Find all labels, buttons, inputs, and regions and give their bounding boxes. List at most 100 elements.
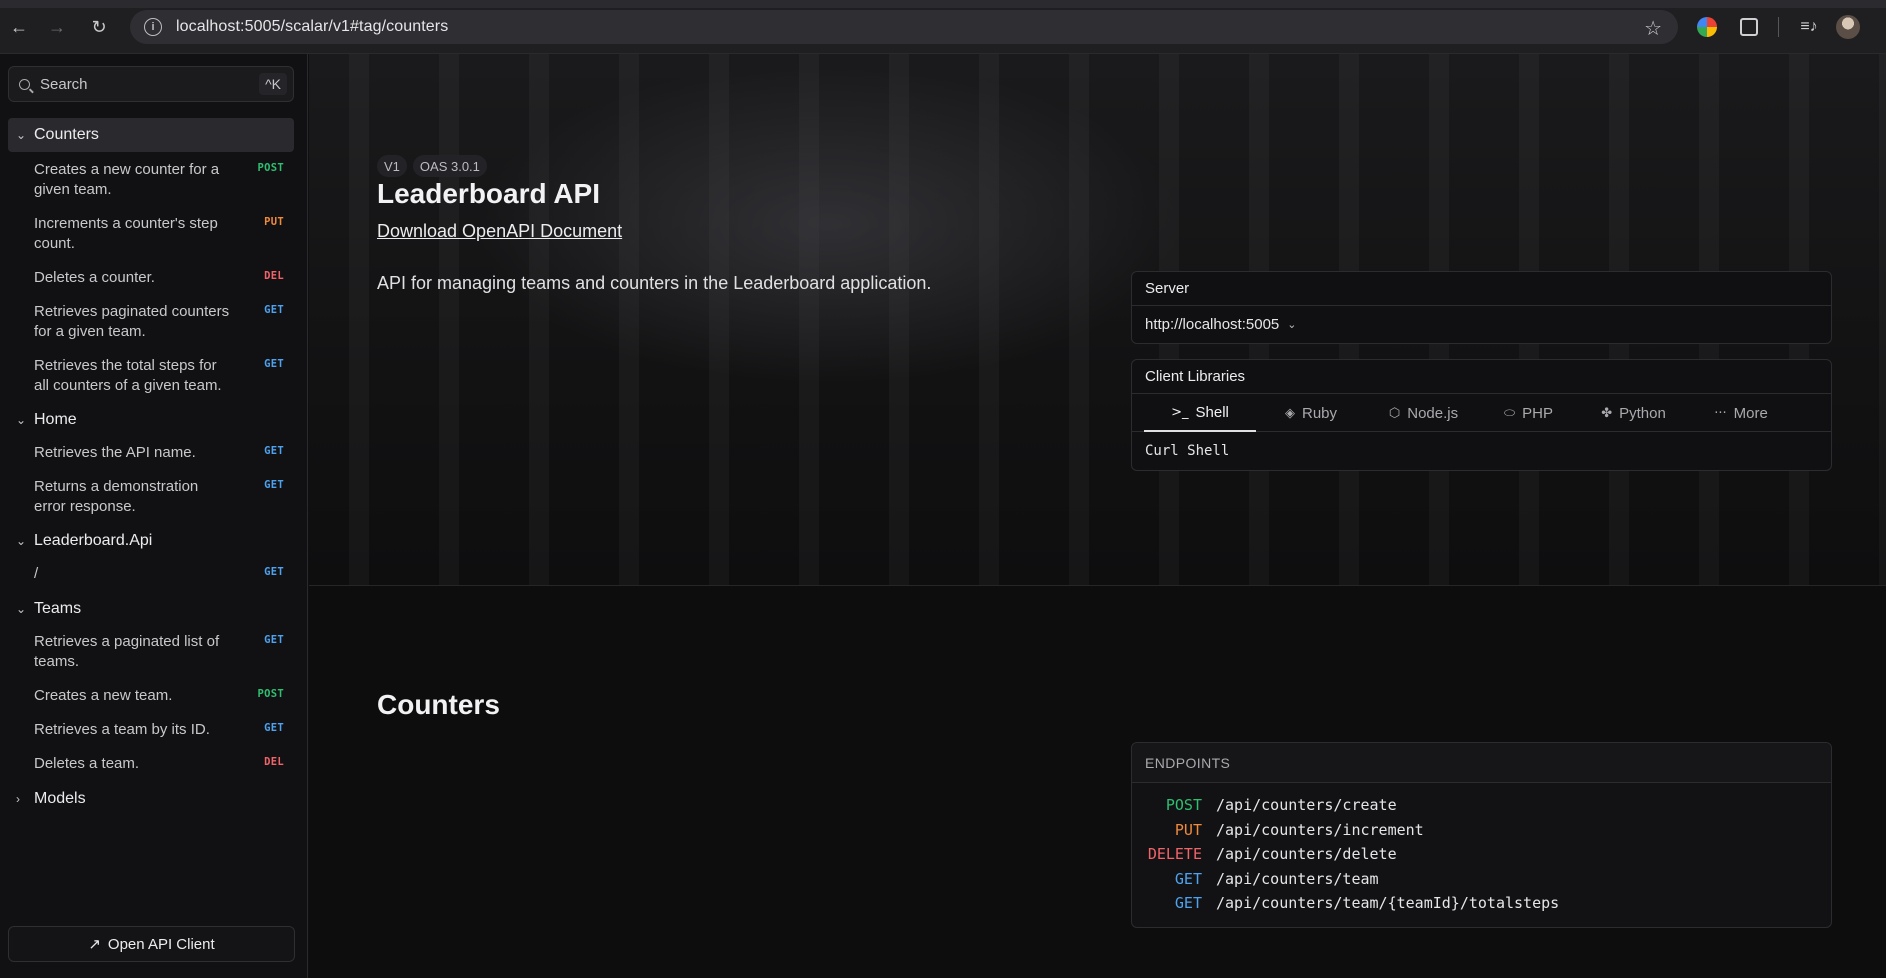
sidebar-item-create-counter[interactable]: Creates a new counter for a given team. … [8, 160, 294, 200]
chevron-right-icon: › [16, 792, 20, 806]
endpoint-method: POST [1165, 796, 1202, 814]
reload-icon[interactable]: ↻ [86, 14, 112, 40]
search-icon [19, 78, 30, 90]
download-openapi-link[interactable]: Download OpenAPI Document [377, 221, 622, 242]
sidebar-item-increment-counter[interactable]: Increments a counter's step count. PUT [8, 214, 294, 254]
tab-label: Python [1619, 404, 1666, 422]
sidebar-item-team-by-id[interactable]: Retrieves a team by its ID. GET [8, 720, 294, 740]
back-icon[interactable]: ← [6, 14, 32, 40]
sidebar-item-label: Retrieves the API name. [34, 444, 196, 461]
media-control-icon[interactable]: ≡♪ [1796, 14, 1822, 40]
version-badge: V1 [377, 155, 407, 177]
sidebar-item-delete-counter[interactable]: Deletes a counter. DEL [8, 268, 294, 288]
tab-nodejs[interactable]: ⬡ Node.js [1366, 394, 1481, 432]
endpoints-panel: ENDPOINTS POST /api/counters/create PUT … [1131, 742, 1832, 928]
sidebar-group-label: Models [34, 790, 86, 807]
sidebar-group-counters[interactable]: ⌄ Counters [8, 118, 294, 152]
sidebar-item-error-response[interactable]: Returns a demonstration error response. … [8, 477, 294, 517]
chevron-down-icon: ⌄ [1287, 318, 1297, 331]
method-badge: GET [264, 304, 284, 316]
selected-client[interactable]: Curl Shell [1132, 432, 1831, 470]
endpoint-row[interactable]: DELETE /api/counters/delete [1132, 843, 1832, 865]
chevron-down-icon: ⌄ [16, 413, 27, 427]
sidebar-item-label: / [34, 565, 39, 582]
section-title: Counters [377, 689, 500, 720]
open-api-client-button[interactable]: ↗ Open API Client [8, 926, 295, 962]
sidebar-item-create-team[interactable]: Creates a new team. POST [8, 686, 294, 706]
server-select[interactable]: http://localhost:5005 ⌄ [1132, 306, 1831, 342]
address-bar[interactable]: i localhost:5005/scalar/v1#tag/counters … [130, 10, 1678, 44]
extensions-puzzle-icon[interactable] [1736, 14, 1762, 40]
endpoint-row[interactable]: PUT /api/counters/increment [1132, 819, 1832, 841]
search-input[interactable]: Search ^K [8, 66, 294, 102]
endpoint-method: PUT [1174, 821, 1202, 839]
tab-python[interactable]: ✤ Python [1576, 394, 1691, 432]
method-badge: GET [264, 566, 284, 578]
sidebar: Search ^K ⌄ Counters Creates a new count… [0, 54, 308, 978]
endpoint-row[interactable]: POST /api/counters/create [1132, 794, 1832, 816]
server-url: http://localhost:5005 [1145, 315, 1280, 333]
sidebar-item-total-steps[interactable]: Retrieves the total steps for all counte… [8, 356, 294, 396]
tab-ruby[interactable]: ◈ Ruby [1256, 394, 1366, 432]
sidebar-group-home[interactable]: ⌄ Home [8, 403, 294, 437]
python-icon: ✤ [1601, 405, 1613, 421]
endpoint-method: GET [1174, 870, 1202, 888]
tab-shell[interactable]: >_ Shell [1144, 394, 1256, 432]
sidebar-item-label: Deletes a team. [34, 755, 140, 772]
sidebar-item-label: Creates a new counter for a given team. [34, 161, 220, 198]
url-text[interactable]: localhost:5005/scalar/v1#tag/counters [176, 18, 448, 36]
sidebar-item-delete-team[interactable]: Deletes a team. DEL [8, 754, 294, 774]
forward-icon[interactable]: → [44, 14, 70, 40]
page-title: Leaderboard API [377, 178, 601, 209]
sidebar-item-label: Retrieves paginated counters for a given… [34, 303, 230, 340]
intro-section: V1 OAS 3.0.1 Leaderboard API Download Op… [309, 54, 1886, 586]
oas-badge: OAS 3.0.1 [412, 155, 487, 177]
sidebar-item-root[interactable]: / GET [8, 564, 294, 584]
server-header: Server [1132, 272, 1831, 306]
sidebar-item-label: Increments a counter's step count. [34, 215, 218, 252]
php-icon: ⬭ [1504, 405, 1516, 421]
sidebar-group-leaderboard-api[interactable]: ⌄ Leaderboard.Api [8, 524, 294, 558]
sidebar-group-label: Home [34, 411, 77, 428]
server-panel: Server http://localhost:5005 ⌄ [1131, 271, 1832, 344]
arrow-up-right-icon: ↗ [88, 936, 101, 953]
method-badge: GET [264, 634, 284, 646]
main-content: V1 OAS 3.0.1 Leaderboard API Download Op… [309, 54, 1886, 978]
endpoints-header: ENDPOINTS [1132, 743, 1831, 783]
tab-more[interactable]: ··· More [1691, 394, 1791, 432]
tab-label: Shell [1195, 403, 1229, 421]
nodejs-icon: ⬡ [1388, 405, 1401, 421]
endpoint-path: /api/counters/create [1216, 796, 1397, 814]
bookmark-star-icon[interactable]: ☆ [1644, 16, 1662, 41]
profile-avatar[interactable] [1836, 15, 1860, 39]
sidebar-item-api-name[interactable]: Retrieves the API name. GET [8, 443, 294, 463]
endpoint-row[interactable]: GET /api/counters/team/{teamId}/totalste… [1132, 892, 1832, 914]
sidebar-item-label: Retrieves the total steps for all counte… [34, 357, 222, 394]
tab-php[interactable]: ⬭ PHP [1481, 394, 1576, 432]
ruby-icon: ◈ [1284, 405, 1295, 421]
more-icon: ··· [1714, 405, 1727, 421]
tab-label: Ruby [1301, 404, 1338, 422]
tab-label: More [1733, 404, 1768, 422]
tab-label: PHP [1522, 404, 1553, 422]
sidebar-item-label: Returns a demonstration error response. [34, 478, 199, 515]
site-info-icon[interactable]: i [144, 18, 162, 36]
toolbar-divider [1778, 17, 1779, 37]
sidebar-group-teams[interactable]: ⌄ Teams [8, 592, 294, 626]
endpoint-path: /api/counters/delete [1216, 845, 1397, 863]
chevron-down-icon: ⌄ [16, 534, 27, 548]
client-libraries-header: Client Libraries [1132, 360, 1831, 394]
endpoint-path: /api/counters/team/{teamId}/totalsteps [1216, 894, 1560, 912]
chevron-down-icon: ⌄ [16, 602, 27, 616]
sidebar-item-list-teams[interactable]: Retrieves a paginated list of teams. GET [8, 632, 294, 672]
method-badge: DEL [264, 756, 284, 768]
method-badge: GET [264, 445, 284, 457]
sidebar-item-label: Retrieves a team by its ID. [34, 721, 210, 738]
method-badge: GET [264, 358, 284, 370]
sidebar-group-models[interactable]: › Models [8, 782, 294, 816]
endpoint-path: /api/counters/increment [1216, 821, 1424, 839]
version-tags: V1 OAS 3.0.1 [377, 155, 487, 177]
endpoint-row[interactable]: GET /api/counters/team [1132, 868, 1832, 890]
color-extension-icon[interactable] [1694, 14, 1720, 40]
sidebar-item-paginated-counters[interactable]: Retrieves paginated counters for a given… [8, 302, 294, 342]
